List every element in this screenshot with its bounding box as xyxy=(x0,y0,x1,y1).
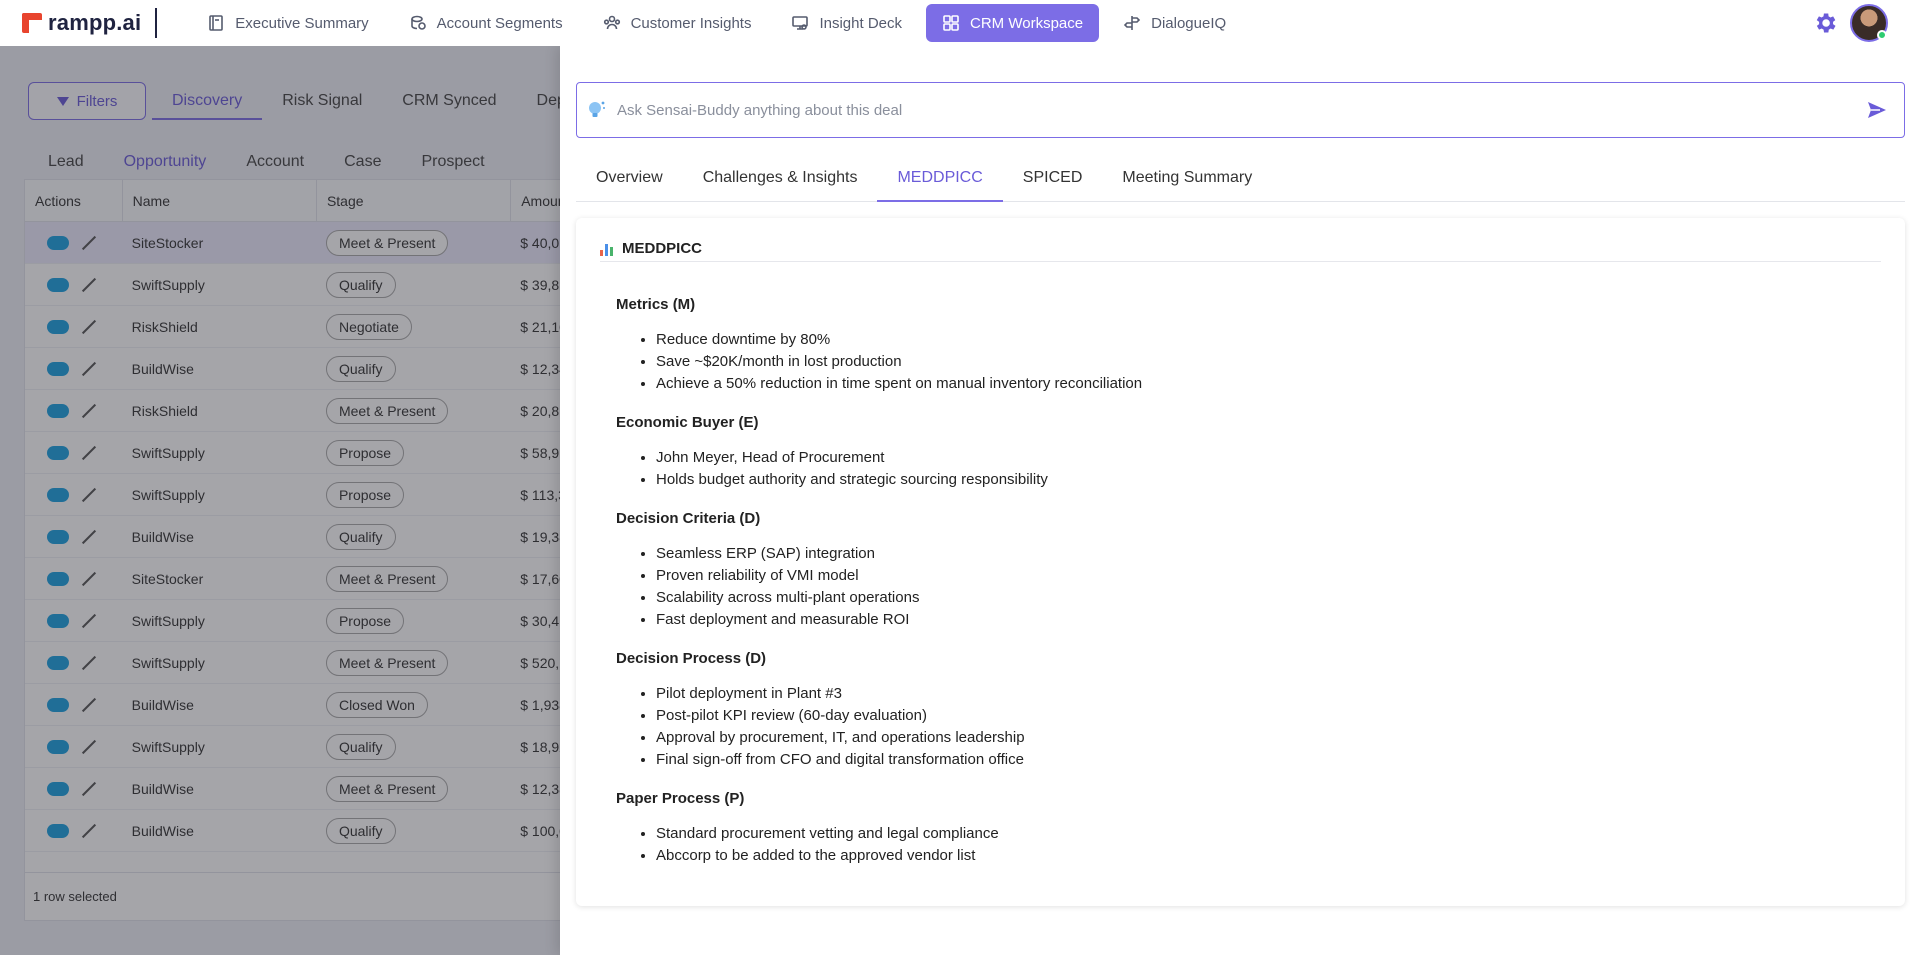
modal-overlay[interactable] xyxy=(0,46,560,955)
tab-spiced[interactable]: SPICED xyxy=(1003,156,1103,202)
list-item: Post-pilot KPI review (60-day evaluation… xyxy=(656,705,1856,727)
section-title: Decision Process (D) xyxy=(616,650,767,667)
list-item: Abccorp to be added to the approved vend… xyxy=(656,845,1856,867)
section-list: Standard procurement vetting and legal c… xyxy=(616,823,1856,867)
list-item: Pilot deployment in Plant #3 xyxy=(656,683,1856,705)
book-icon xyxy=(209,15,224,31)
top-nav-bar: rampp.ai Executive Summary Account Segme… xyxy=(0,0,1916,46)
nav-customer-insights[interactable]: Customer Insights xyxy=(587,4,768,42)
rampp-logo-icon xyxy=(22,13,42,33)
ask-buddy-box xyxy=(576,82,1905,138)
list-item: Proven reliability of VMI model xyxy=(656,565,1856,587)
list-item: Approval by procurement, IT, and operati… xyxy=(656,727,1856,749)
list-item: Standard procurement vetting and legal c… xyxy=(656,823,1856,845)
nav-executive-summary[interactable]: Executive Summary xyxy=(191,4,384,42)
dialogue-icon xyxy=(1123,16,1141,30)
tab-challenges-insights[interactable]: Challenges & Insights xyxy=(683,156,878,202)
list-item: Save ~$20K/month in lost production xyxy=(656,351,1856,373)
grid-icon xyxy=(943,15,959,31)
top-right-controls xyxy=(1812,4,1888,42)
list-item: Seamless ERP (SAP) integration xyxy=(656,543,1856,565)
nav-account-segments[interactable]: Account Segments xyxy=(393,4,579,42)
nav-label: Executive Summary xyxy=(235,14,369,32)
nav-insight-deck[interactable]: Insight Deck xyxy=(775,4,918,42)
send-icon[interactable] xyxy=(1866,99,1888,121)
segments-icon xyxy=(410,15,426,30)
section-list: Pilot deployment in Plant #3Post-pilot K… xyxy=(616,683,1856,771)
meddpicc-card: MEDDPICC Metrics (M) Reduce downtime by 8… xyxy=(576,218,1905,906)
user-avatar[interactable] xyxy=(1850,4,1888,42)
logo-divider xyxy=(155,8,158,38)
nav-label: Account Segments xyxy=(436,14,563,32)
logo-text: rampp.ai xyxy=(48,10,142,35)
deal-detail-drawer: Overview Challenges & Insights MEDDPICC … xyxy=(560,46,1916,955)
card-title-text: MEDDPICC xyxy=(622,240,703,257)
nav-label: DialogueIQ xyxy=(1151,14,1227,32)
gear-icon[interactable] xyxy=(1812,10,1838,36)
section-list: Seamless ERP (SAP) integrationProven rel… xyxy=(616,543,1856,631)
nav-label: Customer Insights xyxy=(630,14,752,32)
card-title: MEDDPICC xyxy=(600,240,1881,262)
people-icon xyxy=(603,15,620,30)
nav-label: Insight Deck xyxy=(819,14,903,32)
list-item: Holds budget authority and strategic sou… xyxy=(656,469,1856,491)
nav-label: CRM Workspace xyxy=(970,14,1084,32)
nav-dialogueiq[interactable]: DialogueIQ xyxy=(1107,4,1242,42)
list-item: Fast deployment and measurable ROI xyxy=(656,609,1856,631)
deal-tabs: Overview Challenges & Insights MEDDPICC … xyxy=(576,156,1905,202)
list-item: Final sign-off from CFO and digital tran… xyxy=(656,749,1856,771)
main-nav: Executive Summary Account Segments Custo… xyxy=(191,0,1250,46)
section-title: Economic Buyer (E) xyxy=(616,414,759,431)
bar-chart-icon xyxy=(600,242,616,256)
section-list: John Meyer, Head of ProcurementHolds bud… xyxy=(616,447,1856,491)
list-item: Achieve a 50% reduction in time spent on… xyxy=(656,373,1856,395)
meddpicc-sections: Metrics (M) Reduce downtime by 80%Save ~$… xyxy=(616,296,1856,886)
online-status-dot xyxy=(1877,30,1887,40)
section-title: Paper Process (P) xyxy=(616,790,745,807)
section-title: Metrics (M) xyxy=(616,296,696,313)
section-list: Reduce downtime by 80%Save ~$20K/month i… xyxy=(616,329,1856,395)
tab-meeting-summary[interactable]: Meeting Summary xyxy=(1102,156,1272,202)
section-title: Decision Criteria (D) xyxy=(616,510,761,527)
list-item: Scalability across multi-plant operation… xyxy=(656,587,1856,609)
ask-buddy-input[interactable] xyxy=(617,101,1866,119)
list-item: John Meyer, Head of Procurement xyxy=(656,447,1856,469)
nav-crm-workspace[interactable]: CRM Workspace xyxy=(926,4,1100,42)
list-item: Reduce downtime by 80% xyxy=(656,329,1856,351)
tab-overview[interactable]: Overview xyxy=(576,156,683,202)
deck-icon xyxy=(792,16,809,30)
tab-meddpicc[interactable]: MEDDPICC xyxy=(877,156,1003,202)
lightbulb-icon xyxy=(589,101,605,117)
logo[interactable]: rampp.ai xyxy=(22,0,141,46)
